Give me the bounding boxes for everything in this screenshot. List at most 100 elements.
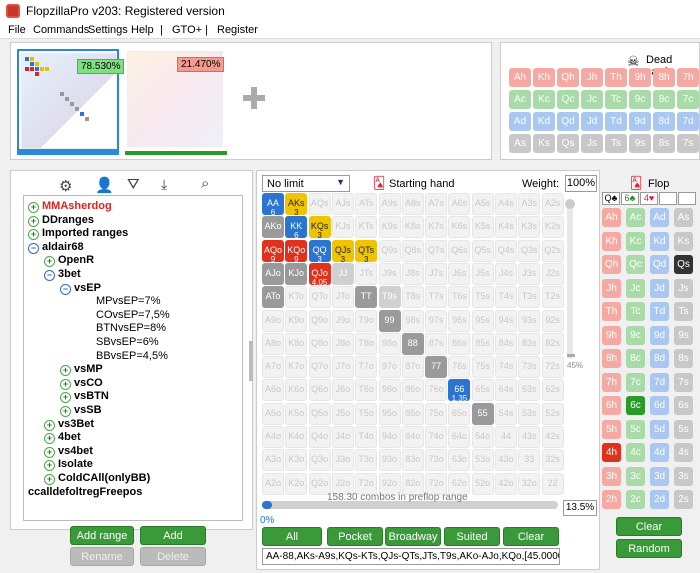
tree-node[interactable]: + OpenR: [44, 254, 94, 268]
dead-card[interactable]: Kc: [533, 90, 555, 109]
flop-card[interactable]: 3h: [602, 466, 621, 486]
hand-cell[interactable]: K8o: [285, 332, 308, 355]
hand-cell[interactable]: T5o: [355, 402, 378, 425]
hand-cell[interactable]: T6o: [355, 379, 378, 402]
hand-cell[interactable]: 53o: [471, 449, 494, 472]
hand-cell[interactable]: JJ: [331, 262, 354, 285]
tree-node[interactable]: + Isolate: [44, 458, 93, 472]
hand-cell[interactable]: K4o: [285, 426, 308, 448]
dead-card[interactable]: 7c: [677, 90, 699, 109]
expand-icon[interactable]: +: [44, 419, 55, 431]
dead-card[interactable]: Ad: [509, 112, 531, 131]
add-range-button[interactable]: Add range: [70, 526, 134, 545]
dead-card[interactable]: Tc: [605, 90, 627, 109]
menu-help[interactable]: Help: [131, 24, 154, 36]
hand-cell[interactable]: QQ 3: [308, 239, 331, 263]
expand-icon[interactable]: +: [60, 392, 71, 404]
dead-card[interactable]: Td: [605, 112, 627, 131]
hand-cell[interactable]: Q7o: [308, 356, 331, 379]
flop-card[interactable]: As: [674, 208, 693, 227]
dead-card[interactable]: 8s: [653, 134, 675, 153]
hand-cell[interactable]: K9o: [285, 309, 308, 332]
board-card-4[interactable]: [659, 192, 677, 205]
flop-card[interactable]: 6s: [674, 396, 693, 415]
weight-slider-track[interactable]: [565, 199, 575, 359]
hand-cell[interactable]: 83s: [518, 332, 541, 355]
hand-cell[interactable]: J6o: [331, 379, 354, 402]
flop-card[interactable]: Qd: [650, 255, 669, 274]
flop-card[interactable]: Ts: [674, 302, 693, 321]
hand-cell[interactable]: T5s: [471, 286, 494, 309]
expand-icon[interactable]: +: [44, 256, 55, 268]
hand-cell[interactable]: 88: [401, 332, 424, 355]
hand-cell[interactable]: KK 6: [285, 216, 308, 240]
tree-node[interactable]: MPvsEP=7%: [96, 295, 161, 307]
flop-card[interactable]: 4s: [674, 443, 693, 462]
pocket-button[interactable]: Pocket: [327, 527, 383, 546]
hand-cell[interactable]: J7o: [331, 356, 354, 379]
hand-cell[interactable]: K3o: [285, 449, 308, 472]
hand-cell[interactable]: Q9o: [308, 309, 331, 332]
flop-card[interactable]: 3d: [650, 466, 669, 486]
hand-cell[interactable]: A8s: [401, 193, 424, 215]
hand-cell[interactable]: 82s: [541, 332, 564, 355]
hand-cell[interactable]: J7s: [425, 262, 448, 285]
menu-register[interactable]: Register: [217, 24, 258, 36]
hand-cell[interactable]: J8s: [401, 262, 424, 285]
flop-card[interactable]: 6h: [602, 396, 621, 415]
dead-card[interactable]: 9d: [629, 112, 651, 131]
flop-card[interactable]: 5h: [602, 419, 621, 439]
hand-cell[interactable]: 54s: [495, 402, 517, 425]
hand-cell[interactable]: A2o: [262, 472, 284, 495]
hand-cell[interactable]: T8s: [401, 286, 424, 309]
hand-cell[interactable]: A6o: [262, 379, 284, 402]
broadway-button[interactable]: Broadway: [385, 527, 441, 546]
dead-card[interactable]: 9h: [629, 68, 651, 87]
hand-cell[interactable]: 22: [541, 472, 564, 495]
flop-card[interactable]: Jd: [650, 278, 669, 298]
flop-card[interactable]: Qc: [626, 255, 645, 274]
range-tile-2[interactable]: 21.470%: [125, 49, 227, 155]
hand-cell[interactable]: 75s: [471, 356, 494, 379]
flop-card[interactable]: 8h: [602, 349, 621, 368]
hand-cell[interactable]: 85o: [401, 402, 424, 425]
board-card-2[interactable]: 6♣: [621, 192, 639, 205]
hand-cell[interactable]: Q3s: [518, 239, 541, 262]
flop-card[interactable]: Kc: [626, 231, 645, 251]
hand-cell[interactable]: 92s: [541, 309, 564, 332]
dead-card[interactable]: 9s: [629, 134, 651, 153]
hand-cell[interactable]: 86o: [401, 379, 424, 402]
hand-cell[interactable]: 98s: [401, 309, 424, 332]
flop-card[interactable]: 8d: [650, 349, 669, 368]
add-range-tile-icon[interactable]: [243, 87, 265, 109]
tree-node[interactable]: SBvsEP=6%: [96, 336, 159, 348]
flop-card[interactable]: Kd: [650, 231, 669, 251]
search-icon[interactable]: ⌕: [201, 175, 209, 192]
hand-cell[interactable]: K6o: [285, 379, 308, 402]
hand-cell[interactable]: 33: [518, 449, 541, 472]
flop-card[interactable]: 9c: [626, 325, 645, 345]
expand-icon[interactable]: +: [28, 202, 39, 213]
hand-cell[interactable]: QJs 3: [331, 239, 354, 263]
hand-cell[interactable]: 55: [471, 402, 494, 425]
hand-cell[interactable]: K5o: [285, 402, 308, 425]
tree-node[interactable]: + vs4bet: [44, 445, 93, 458]
dead-card[interactable]: 7d: [677, 112, 699, 131]
hand-cell[interactable]: A3o: [262, 449, 284, 472]
tree-node[interactable]: + MMAsherdog: [28, 200, 112, 213]
hand-cell[interactable]: K5s: [471, 216, 494, 239]
dead-card[interactable]: 7h: [677, 68, 699, 87]
limit-select[interactable]: No limit ▼: [262, 175, 350, 192]
dead-card[interactable]: Kh: [533, 68, 555, 87]
dead-card[interactable]: 8d: [653, 112, 675, 131]
collapse-icon[interactable]: −: [28, 242, 39, 254]
dead-card[interactable]: 9c: [629, 90, 651, 109]
flop-card[interactable]: 3s: [674, 466, 693, 486]
hand-cell[interactable]: 96o: [378, 379, 401, 402]
hand-cell[interactable]: 42s: [541, 426, 564, 448]
hand-cell[interactable]: KQo 9: [285, 239, 308, 263]
hand-cell[interactable]: 73o: [425, 449, 448, 472]
flop-card[interactable]: Ac: [626, 208, 645, 227]
hand-cell[interactable]: QTo: [308, 286, 331, 309]
tree-node[interactable]: − vsEP: [60, 282, 101, 295]
